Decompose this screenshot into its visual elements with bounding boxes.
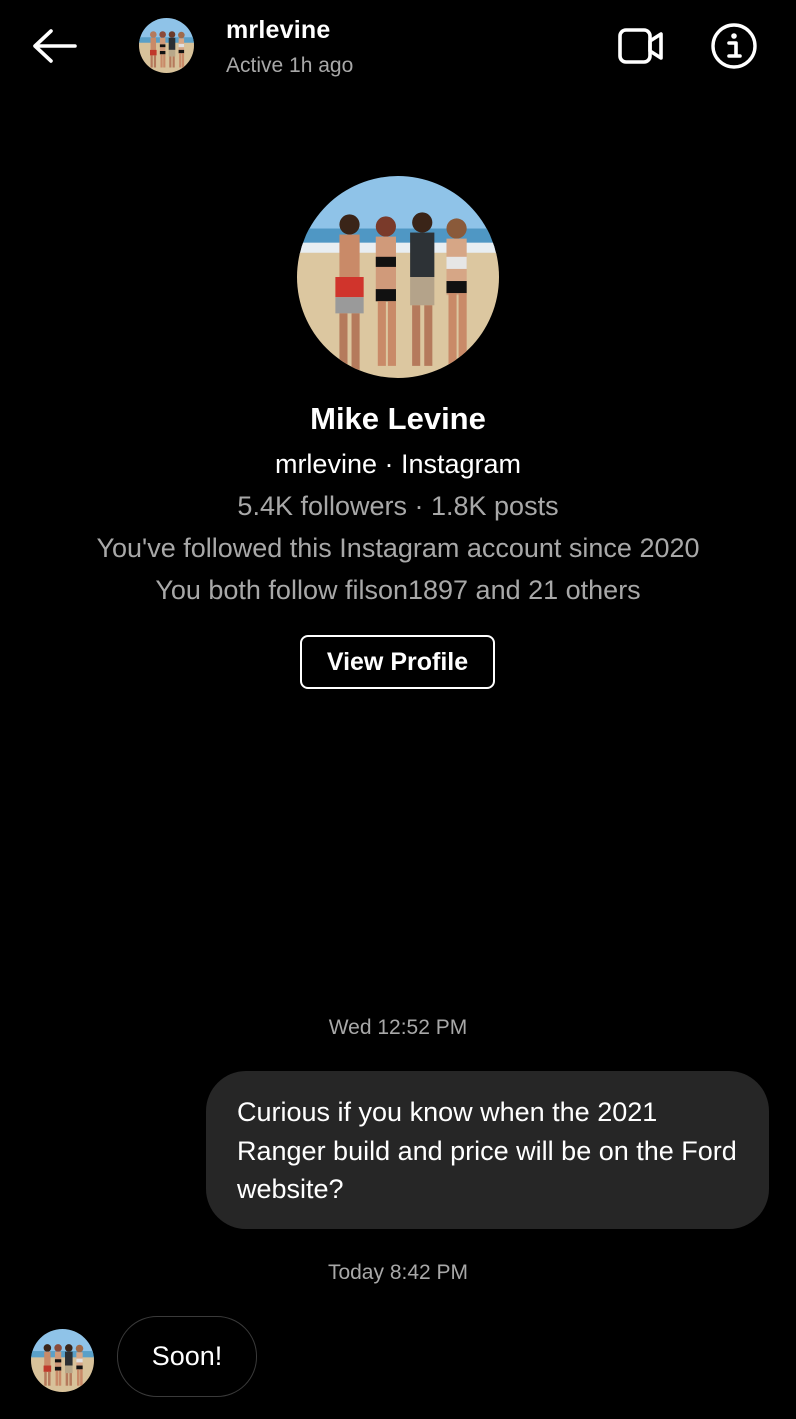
video-camera-icon [617, 26, 665, 66]
sender-avatar[interactable] [31, 1329, 94, 1392]
incoming-message[interactable]: Soon! [117, 1316, 257, 1397]
profile-handle: mrlevine · Instagram [274, 449, 522, 479]
message-timestamp: Wed 12:52 PM [328, 1016, 468, 1039]
back-button[interactable] [28, 24, 80, 68]
view-profile-button[interactable]: View Profile [300, 635, 495, 689]
thread-header: mrlevine Active 1h ago [0, 0, 796, 96]
video-call-button[interactable] [612, 22, 670, 70]
profile-stats: 5.4K followers · 1.8K posts [237, 491, 559, 521]
header-username[interactable]: mrlevine [226, 16, 330, 45]
info-icon [710, 22, 758, 70]
outgoing-message[interactable]: Curious if you know when the 2021 Ranger… [206, 1071, 769, 1229]
arrow-left-icon [31, 28, 77, 64]
conversation-info-button[interactable] [708, 20, 760, 72]
follow-since-text: You've followed this Instagram account s… [96, 533, 700, 563]
profile-full-name: Mike Levine [310, 401, 486, 436]
message-timestamp: Today 8:42 PM [327, 1261, 469, 1284]
mutual-follows-text: You both follow filson1897 and 21 others [155, 575, 641, 605]
active-status: Active 1h ago [226, 54, 354, 77]
header-avatar[interactable] [139, 18, 194, 73]
dm-thread-screen: mrlevine Active 1h ago Mike Levine mrlev… [0, 0, 796, 1419]
profile-avatar[interactable] [297, 176, 499, 378]
